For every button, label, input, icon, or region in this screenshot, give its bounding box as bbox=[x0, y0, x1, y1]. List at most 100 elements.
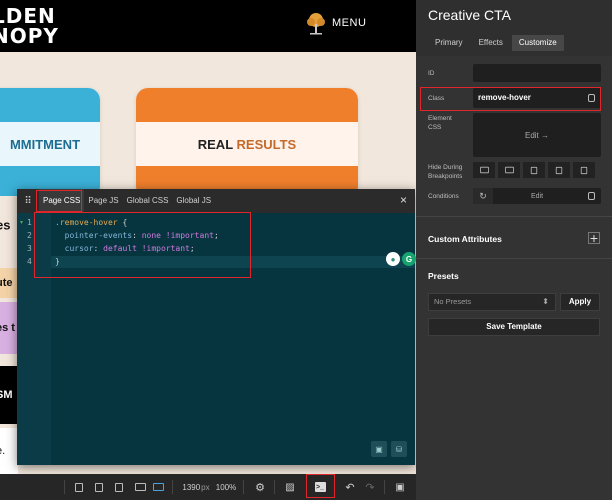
database-icon[interactable] bbox=[588, 94, 595, 102]
divider bbox=[64, 480, 65, 494]
lightbulb-icon[interactable]: ● bbox=[386, 252, 400, 266]
divider bbox=[243, 480, 244, 494]
breakpoint-tablet-icon[interactable] bbox=[523, 162, 545, 178]
code-punct: : bbox=[132, 231, 142, 240]
tablet-portrait-icon[interactable] bbox=[112, 474, 126, 500]
element-settings-panel: Creative CTA Primary Effects Customize I… bbox=[416, 0, 612, 500]
divider bbox=[416, 258, 612, 259]
tree-icon bbox=[307, 13, 325, 35]
phone-portrait-icon[interactable] bbox=[72, 474, 86, 500]
tab-page-js[interactable]: Page JS bbox=[84, 189, 122, 213]
strip-text: e. bbox=[0, 445, 6, 457]
card-title: MMITMENT bbox=[9, 136, 81, 152]
phone-landscape-icon[interactable] bbox=[92, 474, 106, 500]
panel-tabs: Primary Effects Customize bbox=[428, 35, 564, 51]
site-logo-line2[interactable]: NOPY bbox=[0, 24, 59, 48]
code-property: cursor bbox=[55, 244, 94, 253]
fold-marker-icon[interactable]: ▾ bbox=[20, 219, 23, 226]
card-band: REAL RESULTS bbox=[136, 122, 358, 166]
editor-actions: ▣ ⛁ bbox=[371, 441, 407, 457]
code-line-2[interactable]: pointer-events: none !important; bbox=[55, 231, 219, 240]
id-input[interactable] bbox=[473, 64, 601, 82]
extension-badges: ● G bbox=[386, 252, 416, 266]
save-icon[interactable]: ▣ bbox=[392, 474, 408, 500]
conditions-edit-button[interactable]: Edit bbox=[493, 193, 581, 200]
hide-breakpoints-label: Hide During Breakpoints bbox=[428, 164, 463, 180]
bottom-toolbar: 1390 px 100% ⚙ ▨ >_ ↶ ↷ ▣ bbox=[0, 474, 416, 500]
card-band: MMITMENT bbox=[0, 122, 100, 166]
presets-select[interactable]: No Presets ⬍ bbox=[428, 293, 556, 311]
value-card-real-results[interactable]: REAL RESULTS bbox=[136, 88, 358, 198]
card-title: REAL RESULTS bbox=[198, 137, 296, 152]
image-icon[interactable]: ▨ bbox=[282, 474, 298, 500]
edit-button-label: Edit → bbox=[524, 130, 549, 140]
tab-effects[interactable]: Effects bbox=[472, 35, 510, 51]
card-title-word: REAL bbox=[197, 136, 237, 152]
drag-handle-icon[interactable]: ⠿ bbox=[17, 189, 39, 213]
code-selector: .remove-hover bbox=[55, 218, 118, 227]
panel-title: Creative CTA bbox=[428, 7, 511, 23]
code-punct: { bbox=[117, 218, 128, 227]
custom-attributes-heading[interactable]: Custom Attributes bbox=[428, 234, 502, 244]
tab-primary[interactable]: Primary bbox=[428, 35, 470, 51]
code-line-3[interactable]: cursor: default !important; bbox=[55, 244, 195, 253]
breakpoint-desktop-icon[interactable] bbox=[473, 162, 495, 178]
code-property: pointer-events bbox=[55, 231, 133, 240]
strip-text: es t bbox=[0, 322, 15, 334]
code-line-4[interactable]: } bbox=[55, 257, 60, 266]
app-root: LDEN NOPY MENU MMITMENT REAL RESULTS es … bbox=[0, 0, 612, 500]
presets-heading: Presets bbox=[428, 271, 459, 281]
database-icon[interactable] bbox=[581, 188, 601, 204]
tab-global-js[interactable]: Global JS bbox=[172, 189, 215, 213]
code-editor-panel[interactable]: ⠿ Page CSS Page JS Global CSS Global JS … bbox=[17, 189, 415, 465]
line-number: 1 bbox=[27, 218, 32, 227]
line-gutter: ▾ 1 2 3 4 bbox=[17, 213, 51, 465]
terminal-icon[interactable]: >_ bbox=[312, 474, 328, 500]
divider bbox=[416, 216, 612, 217]
refresh-icon[interactable]: ↻ bbox=[473, 188, 493, 204]
zoom-level[interactable]: 100% bbox=[214, 474, 238, 500]
close-icon[interactable]: × bbox=[400, 194, 407, 206]
width-number: 1390 bbox=[182, 482, 201, 492]
breakpoint-laptop-icon[interactable] bbox=[498, 162, 520, 178]
menu-link[interactable]: MENU bbox=[332, 17, 366, 29]
class-input[interactable]: remove-hover bbox=[473, 88, 601, 108]
section-strip: ute bbox=[0, 268, 18, 298]
code-punct: : bbox=[93, 244, 104, 253]
divider bbox=[274, 480, 275, 494]
divider bbox=[172, 480, 173, 494]
redo-icon[interactable]: ↷ bbox=[362, 474, 378, 500]
add-attribute-icon[interactable]: + bbox=[588, 231, 600, 245]
value-card-commitment[interactable]: MMITMENT bbox=[0, 88, 100, 198]
tab-page-css[interactable]: Page CSS bbox=[39, 189, 85, 213]
desktop-icon[interactable] bbox=[150, 474, 166, 500]
undo-icon[interactable]: ↶ bbox=[342, 474, 358, 500]
breakpoint-phone-landscape-icon[interactable] bbox=[548, 162, 570, 178]
canvas-width-value[interactable]: 1390 px bbox=[180, 474, 212, 500]
site-header: LDEN NOPY MENU bbox=[0, 0, 416, 52]
save-icon[interactable]: ▣ bbox=[371, 441, 387, 457]
tab-customize[interactable]: Customize bbox=[511, 35, 564, 51]
save-template-button[interactable]: Save Template bbox=[428, 318, 600, 336]
class-label: Class bbox=[428, 95, 445, 102]
grammarly-icon[interactable]: G bbox=[402, 252, 416, 266]
laptop-icon[interactable] bbox=[132, 474, 148, 500]
divider bbox=[384, 480, 385, 494]
database-icon[interactable]: ⛁ bbox=[391, 441, 407, 457]
section-strip: es bbox=[0, 196, 18, 254]
code-punct: } bbox=[55, 257, 60, 266]
section-strip: SM bbox=[0, 366, 18, 424]
section-strip: e. bbox=[0, 428, 18, 474]
width-unit: px bbox=[201, 482, 210, 492]
line-number: 3 bbox=[27, 244, 32, 253]
tab-global-css[interactable]: Global CSS bbox=[123, 189, 173, 213]
gear-icon[interactable]: ⚙ bbox=[252, 474, 268, 500]
section-strip: es t bbox=[0, 302, 18, 354]
code-line-1[interactable]: .remove-hover { bbox=[55, 218, 127, 227]
presets-value: No Presets bbox=[434, 297, 472, 306]
apply-button[interactable]: Apply bbox=[560, 293, 600, 311]
element-css-edit[interactable]: Edit → bbox=[473, 113, 601, 157]
breakpoint-phone-icon[interactable] bbox=[573, 162, 595, 178]
code-punct: ; bbox=[189, 244, 195, 253]
code-editor-tabs: ⠿ Page CSS Page JS Global CSS Global JS … bbox=[17, 189, 415, 213]
